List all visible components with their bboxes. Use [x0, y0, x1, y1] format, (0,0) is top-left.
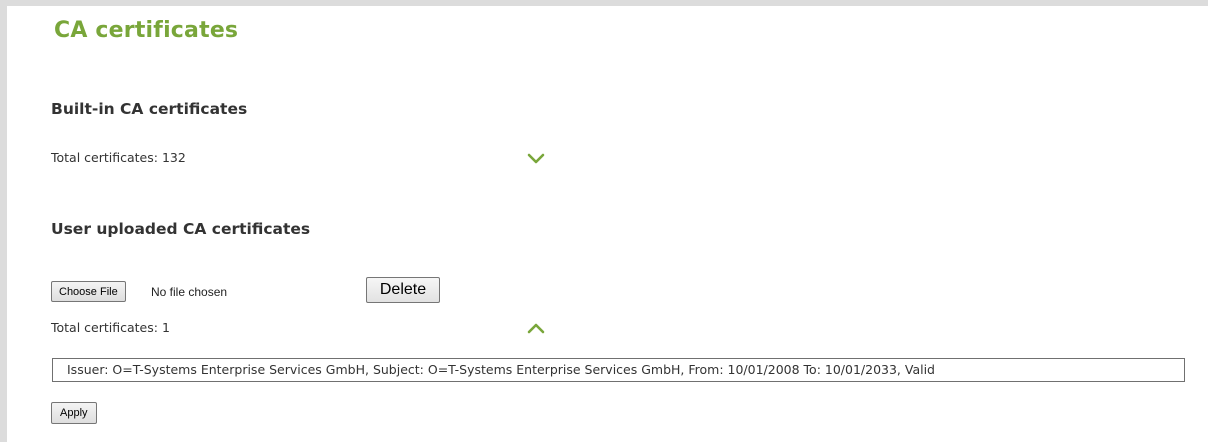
certificate-list[interactable]: Issuer: O=T-Systems Enterprise Services …	[52, 358, 1185, 382]
builtin-total-certificates: Total certificates: 132	[51, 150, 186, 165]
choose-file-button[interactable]: Choose File	[51, 281, 126, 302]
chevron-down-icon[interactable]	[527, 153, 545, 165]
file-status-text: No file chosen	[151, 285, 228, 299]
page-title: CA certificates	[54, 18, 239, 43]
user-section-heading: User uploaded CA certificates	[51, 220, 311, 238]
user-total-certificates: Total certificates: 1	[51, 320, 170, 335]
builtin-section-heading: Built-in CA certificates	[51, 100, 248, 118]
delete-button[interactable]: Delete	[366, 277, 440, 303]
apply-button[interactable]: Apply	[51, 402, 97, 424]
chevron-up-icon[interactable]	[527, 322, 545, 334]
certificate-list-item[interactable]: Issuer: O=T-Systems Enterprise Services …	[53, 359, 1184, 377]
